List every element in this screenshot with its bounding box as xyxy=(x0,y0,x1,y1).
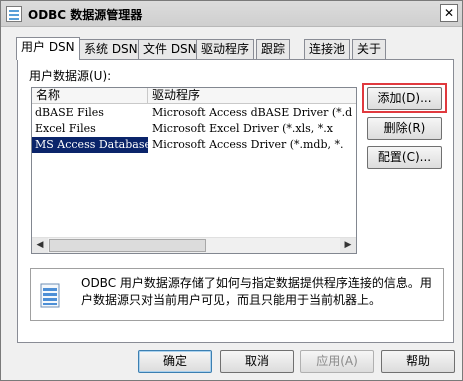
info-description: ODBC 用户数据源存储了如何与指定数据提供程序连接的信息。用户数据源只对当前用… xyxy=(81,276,432,307)
dsn-driver: Microsoft Excel Driver (*.xls, *.x xyxy=(152,122,333,135)
scroll-thumb[interactable] xyxy=(49,239,206,252)
title-bar[interactable]: ODBC 数据源管理器 ✕ xyxy=(1,1,462,27)
column-header-name[interactable]: 名称 xyxy=(32,88,148,104)
data-source-icon xyxy=(39,283,63,309)
tab-file-dsn[interactable]: 文件 DSN xyxy=(138,39,202,59)
configure-button[interactable]: 配置(C)... xyxy=(367,146,442,169)
tab-drivers[interactable]: 驱动程序 xyxy=(196,39,255,59)
user-dsn-list[interactable]: 名称 驱动程序 dBASE Files Microsoft Access dBA… xyxy=(31,87,357,254)
apply-button[interactable]: 应用(A) xyxy=(300,350,374,373)
scroll-right-icon[interactable]: ▶ xyxy=(340,238,356,253)
close-button[interactable]: ✕ xyxy=(440,4,458,22)
tab-about[interactable]: 关于 xyxy=(352,39,387,59)
tab-connection-pooling[interactable]: 连接池 xyxy=(304,39,351,59)
scroll-left-icon[interactable]: ◀ xyxy=(32,238,48,253)
help-button[interactable]: 帮助 xyxy=(381,350,455,373)
horizontal-scrollbar[interactable]: ◀ ▶ xyxy=(32,237,356,253)
add-button[interactable]: 添加(D)... xyxy=(367,87,442,110)
dsn-name: Excel Files xyxy=(35,122,96,135)
dsn-name: dBASE Files xyxy=(35,106,104,119)
tab-user-dsn[interactable]: 用户 DSN xyxy=(16,37,80,60)
list-header: 名称 驱动程序 xyxy=(32,88,356,104)
remove-button[interactable]: 删除(R) xyxy=(367,117,442,140)
cancel-button[interactable]: 取消 xyxy=(220,350,294,373)
dsn-driver: Microsoft Access dBASE Driver (*.d xyxy=(152,106,353,119)
window-title: ODBC 数据源管理器 xyxy=(28,8,143,22)
list-item[interactable]: dBASE Files Microsoft Access dBASE Drive… xyxy=(32,105,356,121)
dsn-name: MS Access Database xyxy=(32,136,149,154)
odbc-dialog: ODBC 数据源管理器 ✕ 用户 DSN 系统 DSN 文件 DSN 驱动程序 … xyxy=(0,0,463,381)
tab-system-dsn[interactable]: 系统 DSN xyxy=(79,39,143,59)
info-panel: ODBC 用户数据源存储了如何与指定数据提供程序连接的信息。用户数据源只对当前用… xyxy=(30,268,444,321)
column-header-driver[interactable]: 驱动程序 xyxy=(148,88,356,104)
user-data-sources-label: 用户数据源(U): xyxy=(29,67,112,84)
odbc-app-icon xyxy=(6,6,22,22)
ok-button[interactable]: 确定 xyxy=(138,350,212,373)
list-item[interactable]: Excel Files Microsoft Excel Driver (*.xl… xyxy=(32,121,356,137)
dsn-driver: Microsoft Access Driver (*.mdb, *. xyxy=(152,138,344,151)
list-item-selected[interactable]: MS Access Database Microsoft Access Driv… xyxy=(32,136,356,154)
tab-tracing[interactable]: 跟踪 xyxy=(256,39,291,59)
